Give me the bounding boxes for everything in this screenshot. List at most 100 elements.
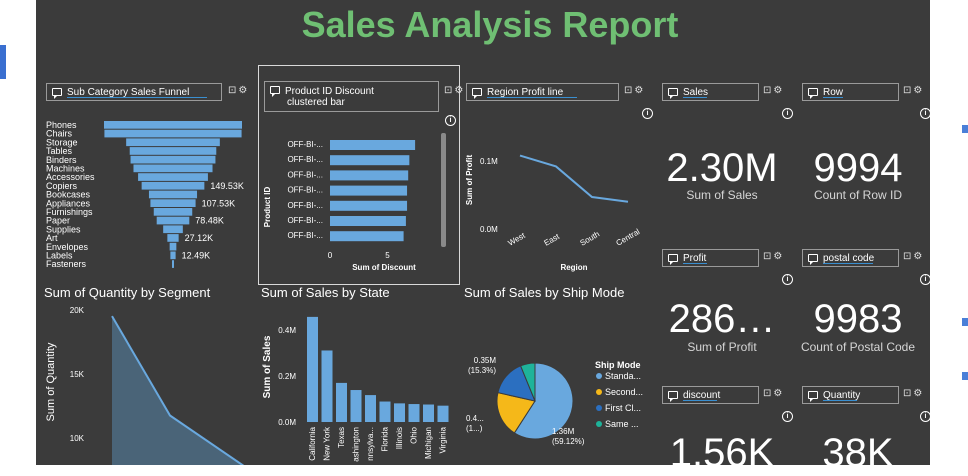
region-header[interactable]: Region Profit line [466, 83, 619, 101]
funnel-bar [104, 121, 242, 129]
state-bar [394, 403, 405, 422]
funnel-bar [141, 181, 205, 190]
gear-icon[interactable]: ⚙ [238, 85, 249, 96]
visual-tools[interactable]: ⊡⚙ [903, 251, 924, 262]
visual-tools[interactable]: ⊡⚙ [763, 85, 784, 96]
segment-area [112, 316, 243, 465]
comment-icon [808, 88, 818, 99]
state-x-tick: ashington [352, 427, 361, 462]
info-icon[interactable]: i [782, 274, 793, 285]
sales-header[interactable]: Sales [662, 83, 759, 101]
funnel-bar [170, 251, 176, 260]
product-row-label: OFF-BI-... [287, 186, 323, 195]
filter-icon[interactable]: ⊡ [444, 85, 454, 96]
state-x-tick: Ohio [410, 426, 419, 443]
row-value: 9994 [813, 146, 903, 190]
visual-tools[interactable]: ⊡⚙ [763, 388, 784, 399]
state-bar [408, 404, 420, 422]
info-icon[interactable]: i [642, 108, 653, 119]
gear-icon[interactable]: ⚙ [913, 85, 924, 96]
filter-icon[interactable]: ⊡ [903, 388, 913, 399]
state-bar [321, 350, 333, 422]
quantity-header[interactable]: Quantity [802, 386, 899, 404]
filter-icon[interactable]: ⊡ [763, 251, 773, 262]
state-x-tick: Michigan [424, 427, 433, 459]
gear-icon[interactable]: ⚙ [773, 251, 784, 262]
gear-icon[interactable]: ⚙ [634, 85, 645, 96]
product-header-line2: clustered bar [287, 97, 345, 108]
product-bar [330, 216, 406, 226]
pie-label-first-class: 0.35M [474, 356, 497, 365]
gear-icon[interactable]: ⚙ [454, 85, 465, 96]
funnel-header[interactable]: Sub Category Sales Funnel [46, 83, 222, 101]
funnel-bar [129, 147, 217, 155]
header-underline [683, 263, 707, 264]
comment-icon [52, 88, 62, 99]
pie-label-standard-class: 1.36M [552, 427, 575, 436]
filter-icon[interactable]: ⊡ [903, 85, 913, 96]
comment-icon [668, 88, 678, 99]
product-row-label: OFF-BI-... [287, 201, 323, 210]
region-x-tick: West [507, 231, 528, 248]
visual-tools[interactable]: ⊡⚙ [763, 251, 784, 262]
profit-caption: Sum of Profit [687, 340, 757, 354]
edge-marker [962, 372, 968, 380]
state-x-tick: Virginia [439, 426, 448, 453]
pie-legend-label: Same ... [605, 419, 639, 429]
info-icon[interactable]: i [920, 108, 931, 119]
visual-tools[interactable]: ⊡⚙ [624, 85, 645, 96]
product-header[interactable]: Product ID Discount clustered bar [264, 81, 439, 112]
profit-header[interactable]: Profit [662, 249, 759, 267]
segment-title: Sum of Quantity by Segment [44, 285, 211, 300]
row-header[interactable]: Row [802, 83, 899, 101]
comment-icon [808, 391, 818, 402]
filter-icon[interactable]: ⊡ [624, 85, 634, 96]
gear-icon[interactable]: ⚙ [913, 388, 924, 399]
info-icon[interactable]: i [920, 411, 931, 422]
segment-y-axis-title: Sum of Quantity [45, 342, 57, 421]
visual-tools[interactable]: ⊡⚙ [444, 85, 465, 96]
discount-header[interactable]: discount [662, 386, 759, 404]
info-icon[interactable]: i [445, 115, 456, 126]
postal-header[interactable]: postal code [802, 249, 899, 267]
visual-tools[interactable]: ⊡⚙ [903, 388, 924, 399]
state-x-tick: Texas [337, 427, 346, 448]
product-bar [330, 231, 404, 242]
state-bar [379, 401, 391, 422]
product-bar [330, 140, 416, 150]
shipmode-title: Sum of Sales by Ship Mode [464, 285, 625, 300]
state-x-tick: New York [323, 426, 332, 461]
info-icon[interactable]: i [920, 274, 931, 285]
gear-icon[interactable]: ⚙ [773, 85, 784, 96]
pie-legend-label: Second... [605, 387, 643, 397]
filter-icon[interactable]: ⊡ [903, 251, 913, 262]
funnel-bar [130, 155, 216, 164]
header-underline [67, 97, 207, 98]
state-bar-chart: Sum of Sales 0.4M 0.2M 0.0M California New Yo… [262, 316, 449, 462]
gear-icon[interactable]: ⚙ [773, 388, 784, 399]
side-input-marker [0, 45, 6, 79]
segment-area-chart: Sum of Quantity 20K 15K 10K [45, 306, 245, 465]
gear-icon[interactable]: ⚙ [913, 251, 924, 262]
funnel-bar [148, 190, 198, 199]
state-x-tick: Illinois [395, 427, 404, 449]
product-row-label: OFF-BI-... [287, 216, 323, 225]
visual-tools[interactable]: ⊡⚙ [903, 85, 924, 96]
info-icon[interactable]: i [782, 108, 793, 119]
state-bar [307, 316, 318, 422]
filter-icon[interactable]: ⊡ [228, 85, 238, 96]
info-icon[interactable]: i [782, 411, 793, 422]
comment-icon [472, 88, 482, 99]
state-y-tick: 0.2M [278, 372, 296, 381]
filter-icon[interactable]: ⊡ [763, 388, 773, 399]
postal-caption: Count of Postal Code [800, 340, 916, 354]
visual-tools[interactable]: ⊡⚙ [228, 85, 249, 96]
filter-icon[interactable]: ⊡ [763, 85, 773, 96]
quantity-value: 38K [822, 431, 894, 475]
state-title: Sum of Sales by State [261, 285, 390, 300]
funnel-data-label: 78.48K [195, 216, 224, 226]
header-underline [487, 97, 577, 98]
right-margin [930, 0, 968, 465]
state-y-axis-title: Sum of Sales [262, 335, 273, 398]
product-bar [330, 170, 409, 181]
